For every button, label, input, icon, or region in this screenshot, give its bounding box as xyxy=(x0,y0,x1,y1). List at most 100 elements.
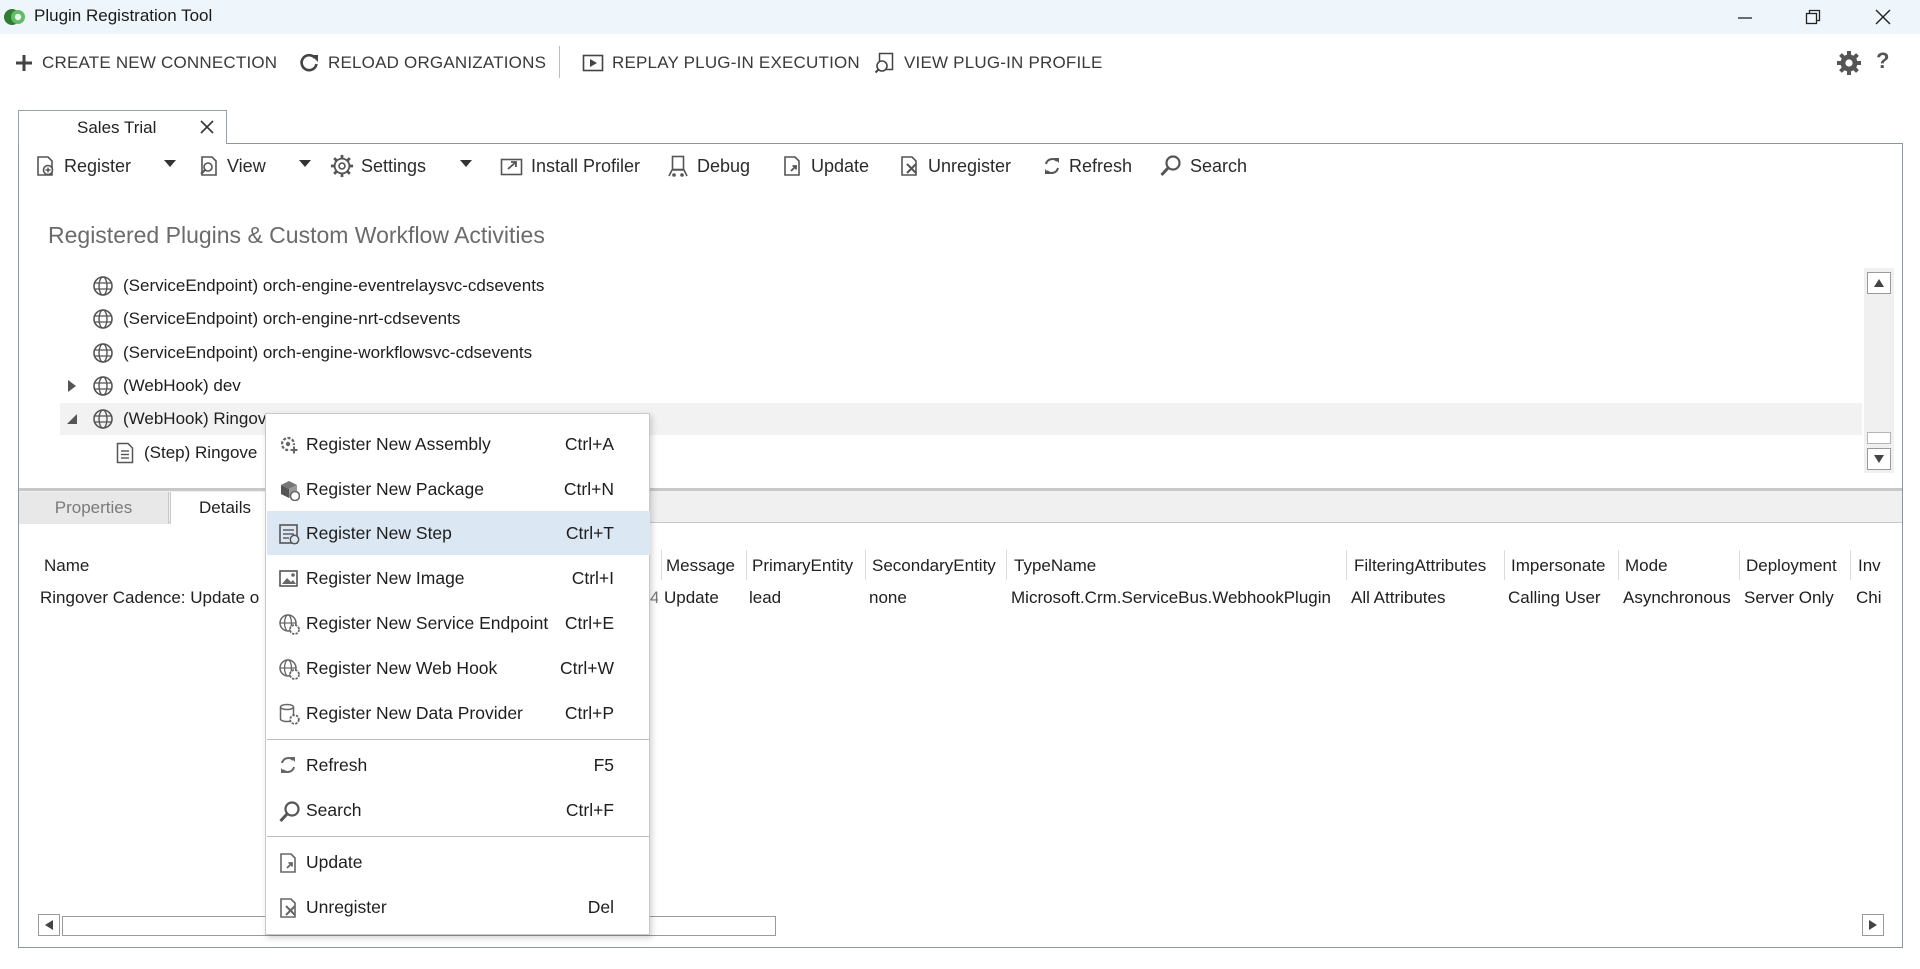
install-profiler-icon xyxy=(500,158,523,176)
cell-deployment: Server Only xyxy=(1744,588,1834,607)
menu-item-register-new-assembly[interactable]: Register New Assembly Ctrl+A xyxy=(267,422,650,466)
tree-vertical-scrollbar[interactable] xyxy=(1864,268,1894,473)
settings-label: Settings xyxy=(361,155,427,176)
register-button[interactable]: Register xyxy=(35,152,131,180)
cell-inv: Chi xyxy=(1856,588,1882,607)
install-profiler-button[interactable]: Install Profiler xyxy=(500,152,640,180)
column-separator[interactable] xyxy=(661,550,662,580)
tree-item[interactable]: (WebHook) dev xyxy=(60,370,1860,402)
column-header-type-name[interactable]: TypeName xyxy=(1014,552,1096,580)
close-tab-icon[interactable] xyxy=(197,117,217,137)
tree-item-label: (WebHook) Ringov xyxy=(123,409,267,428)
column-header-impersonate[interactable]: Impersonate xyxy=(1511,552,1606,580)
column-separator[interactable] xyxy=(1504,550,1505,580)
menu-separator xyxy=(267,739,650,740)
menu-item-register-new-step[interactable]: Register New Step Ctrl+T xyxy=(267,511,650,555)
tab-properties[interactable]: Properties xyxy=(19,492,169,524)
refresh-icon xyxy=(281,757,295,773)
menu-item-label: Register New Image xyxy=(306,567,465,588)
settings-dropdown-caret[interactable] xyxy=(460,160,472,167)
column-header-message[interactable]: Message xyxy=(666,552,735,580)
debug-icon xyxy=(668,155,688,177)
column-separator[interactable] xyxy=(746,550,747,580)
register-dropdown-caret[interactable] xyxy=(164,160,176,167)
menu-item-refresh[interactable]: Refresh F5 xyxy=(267,743,650,787)
column-header-deployment[interactable]: Deployment xyxy=(1746,552,1837,580)
scroll-thumb[interactable] xyxy=(1867,432,1891,444)
refresh-button[interactable]: Refresh xyxy=(1042,152,1132,180)
tree-item[interactable]: (Step) Ringove xyxy=(116,437,266,469)
unregister-icon xyxy=(280,898,296,918)
scroll-down-button[interactable] xyxy=(1867,448,1891,470)
column-separator[interactable] xyxy=(865,550,866,580)
column-header-mode[interactable]: Mode xyxy=(1625,552,1668,580)
search-button[interactable]: Search xyxy=(1159,152,1247,180)
collapse-arrow-icon[interactable] xyxy=(60,414,84,424)
arrow-down-icon xyxy=(1874,455,1884,463)
tab-details-label: Details xyxy=(199,498,251,517)
menu-item-register-new-image[interactable]: Register New Image Ctrl+I xyxy=(267,556,650,600)
menu-item-label: Register New Data Provider xyxy=(306,702,523,723)
register-label: Register xyxy=(64,155,132,176)
cell-filtering-attributes: All Attributes xyxy=(1351,588,1446,607)
cell-primary-entity: lead xyxy=(749,588,782,607)
column-header-name[interactable]: Name xyxy=(44,552,89,580)
update-icon xyxy=(280,853,296,873)
column-header-filtering-attributes[interactable]: FilteringAttributes xyxy=(1354,552,1486,580)
menu-item-register-new-service-endpoint[interactable]: Register New Service Endpoint Ctrl+E xyxy=(267,601,650,645)
window-title: Plugin Registration Tool xyxy=(34,6,213,25)
help-button[interactable]: ? xyxy=(1876,48,1889,74)
restore-icon xyxy=(1805,9,1821,25)
column-separator[interactable] xyxy=(1346,550,1347,580)
view-icon xyxy=(200,156,217,176)
expand-arrow-icon[interactable] xyxy=(60,380,84,392)
column-separator[interactable] xyxy=(1850,550,1851,580)
column-separator[interactable] xyxy=(1618,550,1619,580)
column-header-secondary-entity[interactable]: SecondaryEntity xyxy=(872,552,996,580)
scroll-right-button[interactable] xyxy=(1862,914,1884,936)
menu-item-register-new-data-provider[interactable]: Register New Data Provider Ctrl+P xyxy=(267,691,650,735)
view-dropdown-caret[interactable] xyxy=(299,160,311,167)
unregister-button[interactable]: Unregister xyxy=(899,152,1011,180)
menu-item-shortcut: Ctrl+I xyxy=(571,567,614,588)
tree-item[interactable]: (ServiceEndpoint) orch-engine-eventrelay… xyxy=(60,270,1860,302)
tree-item[interactable]: (ServiceEndpoint) orch-engine-nrt-cdseve… xyxy=(60,303,1860,335)
close-window-button[interactable] xyxy=(1848,0,1918,34)
scroll-up-button[interactable] xyxy=(1867,272,1891,294)
view-profile-button[interactable]: VIEW PLUG-IN PROFILE xyxy=(874,50,1103,76)
column-header-primary-entity[interactable]: PrimaryEntity xyxy=(752,552,853,580)
tree-item[interactable]: (ServiceEndpoint) orch-engine-workflowsv… xyxy=(60,337,1860,369)
settings-gear-icon[interactable] xyxy=(1836,50,1862,76)
reload-organizations-button[interactable]: RELOAD ORGANIZATIONS xyxy=(298,50,546,76)
replay-execution-button[interactable]: REPLAY PLUG-IN EXECUTION xyxy=(582,50,860,76)
minimize-button[interactable] xyxy=(1710,0,1780,34)
menu-item-unregister[interactable]: Unregister Del xyxy=(267,885,650,929)
menu-item-shortcut: Ctrl+T xyxy=(565,522,614,543)
update-label: Update xyxy=(811,155,870,176)
column-separator[interactable] xyxy=(1006,550,1007,580)
menu-item-register-new-package[interactable]: Register New Package Ctrl+N xyxy=(267,467,650,511)
view-button[interactable]: View xyxy=(198,152,266,180)
menu-item-register-new-web-hook[interactable]: Register New Web Hook Ctrl+W xyxy=(267,646,650,690)
scroll-left-button[interactable] xyxy=(38,914,60,936)
column-separator[interactable] xyxy=(1739,550,1740,580)
menu-item-update[interactable]: Update xyxy=(267,840,650,884)
settings-button[interactable]: Settings xyxy=(330,152,426,180)
tab-details[interactable]: Details xyxy=(170,492,280,524)
tree-item-label: (ServiceEndpoint) orch-engine-workflowsv… xyxy=(123,343,533,362)
view-profile-icon xyxy=(874,52,894,74)
column-header-inv[interactable]: Inv xyxy=(1858,552,1888,580)
search-icon xyxy=(1160,155,1181,177)
menu-item-label: Register New Assembly xyxy=(306,433,491,454)
menu-item-shortcut: Ctrl+E xyxy=(564,612,614,633)
app-logo-icon xyxy=(4,9,25,25)
debug-button[interactable]: Debug xyxy=(666,152,750,180)
register-icon xyxy=(37,156,54,176)
menu-item-search[interactable]: Search Ctrl+F xyxy=(267,788,650,832)
tab-sales-trial[interactable]: Sales Trial xyxy=(18,110,227,144)
restore-button[interactable] xyxy=(1778,0,1848,34)
create-connection-button[interactable]: CREATE NEW CONNECTION xyxy=(14,50,277,76)
replay-execution-label: REPLAY PLUG-IN EXECUTION xyxy=(612,53,860,72)
update-button[interactable]: Update xyxy=(782,152,869,180)
minimize-icon xyxy=(1738,17,1752,19)
